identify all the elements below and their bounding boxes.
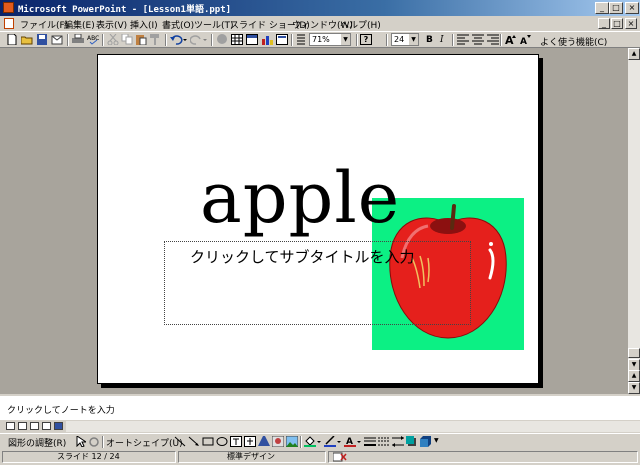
drawing-toolbar: 図形の調整(R) オートシェイプ(U) A ▼ xyxy=(0,433,640,449)
minimize-button[interactable]: _ xyxy=(595,2,609,14)
help-button[interactable]: ? xyxy=(360,34,372,45)
hyperlink-icon[interactable] xyxy=(216,34,228,45)
doc-minimize-button[interactable]: _ xyxy=(598,18,610,29)
decrease-font-icon[interactable]: A xyxy=(520,34,532,45)
title-bar: Microsoft PowerPoint - [Lesson1単語.ppt] _… xyxy=(0,0,640,16)
svg-text:ABC: ABC xyxy=(87,35,99,42)
scroll-thumb[interactable] xyxy=(628,348,640,358)
tables-borders-icon[interactable] xyxy=(246,34,258,45)
window-title: Microsoft PowerPoint - [Lesson1単語.ppt] xyxy=(18,5,232,15)
menu-edit[interactable]: 編集(E) xyxy=(64,18,95,31)
svg-text:A: A xyxy=(520,37,527,45)
vertical-scrollbar[interactable]: ▲ ▼ ▲ ▼ xyxy=(628,48,640,394)
slide-title[interactable]: apple xyxy=(200,158,440,238)
copy-icon[interactable] xyxy=(121,34,133,45)
italic-button[interactable]: I xyxy=(440,35,444,45)
subtitle-placeholder-text: クリックしてサブタイトルを入力 xyxy=(190,248,415,266)
wordart-icon[interactable] xyxy=(258,436,270,447)
font-size-value: 24 xyxy=(394,35,405,44)
menu-view[interactable]: 表示(V) xyxy=(96,18,127,31)
select-objects-icon[interactable] xyxy=(74,436,86,447)
insert-picture-icon[interactable] xyxy=(286,436,298,447)
redo-icon[interactable] xyxy=(190,34,208,45)
format-painter-icon[interactable] xyxy=(149,34,161,45)
drawing-toolbar-more-icon[interactable]: ▼ xyxy=(434,437,439,444)
menu-format[interactable]: 書式(O) xyxy=(162,18,194,31)
previous-slide-button[interactable]: ▲ xyxy=(628,370,640,382)
slide-sorter-view-button[interactable] xyxy=(42,422,51,430)
font-size-dropdown-icon[interactable]: ▼ xyxy=(409,34,418,45)
design-template-name: 標準デザイン xyxy=(178,451,326,463)
view-buttons-row xyxy=(0,420,640,433)
font-color-icon[interactable]: A xyxy=(344,436,362,447)
align-center-icon[interactable] xyxy=(472,34,484,45)
line-style-icon[interactable] xyxy=(364,436,376,447)
slide-view-button[interactable] xyxy=(30,422,39,430)
doc-restore-button[interactable]: □ xyxy=(611,18,623,29)
doc-close-button[interactable]: × xyxy=(625,18,637,29)
scroll-up-button[interactable]: ▲ xyxy=(628,48,640,60)
cut-icon[interactable] xyxy=(107,34,119,45)
increase-font-icon[interactable]: A xyxy=(505,34,517,45)
menu-file[interactable]: ファイル(F) xyxy=(20,18,68,31)
dash-style-icon[interactable] xyxy=(378,436,390,447)
rectangle-icon[interactable] xyxy=(202,436,214,447)
fill-color-icon[interactable] xyxy=(304,436,322,447)
tasks-button[interactable]: よく使う機能(C) xyxy=(540,35,607,48)
spelling-status xyxy=(328,451,638,463)
3d-style-icon[interactable] xyxy=(420,436,432,447)
shadow-style-icon[interactable] xyxy=(406,436,418,447)
oval-icon[interactable] xyxy=(216,436,228,447)
vertical-textbox-icon[interactable] xyxy=(244,436,256,447)
line-color-icon[interactable] xyxy=(324,436,342,447)
menu-insert[interactable]: 挿入(I) xyxy=(130,18,158,31)
status-bar: スライド 12 / 24 標準デザイン xyxy=(0,449,640,465)
new-icon[interactable] xyxy=(6,34,18,45)
expand-all-icon[interactable] xyxy=(295,34,307,45)
zoom-value: 71% xyxy=(312,35,330,44)
powerpoint-app-icon[interactable] xyxy=(3,2,14,13)
font-size-select[interactable]: 24 ▼ xyxy=(391,33,419,46)
clipart-icon[interactable] xyxy=(272,436,284,447)
zoom-dropdown-icon[interactable]: ▼ xyxy=(341,34,350,45)
svg-text:A: A xyxy=(505,34,514,45)
autoshapes-button[interactable]: オートシェイプ(U) xyxy=(106,436,183,449)
menu-help[interactable]: ヘルプ(H) xyxy=(340,18,381,31)
save-icon[interactable] xyxy=(36,34,48,45)
draw-menu-button[interactable]: 図形の調整(R) xyxy=(8,436,66,449)
outline-view-button[interactable] xyxy=(18,422,27,430)
email-icon[interactable] xyxy=(51,34,63,45)
next-slide-button[interactable]: ▼ xyxy=(628,382,640,394)
paste-icon[interactable] xyxy=(135,34,147,45)
arrow-icon[interactable] xyxy=(188,436,200,447)
menu-bar: ファイル(F) 編集(E) 表示(V) 挿入(I) 書式(O) ツール(T) ス… xyxy=(0,16,640,31)
close-button[interactable]: × xyxy=(625,2,639,14)
table-icon[interactable] xyxy=(231,34,243,45)
free-rotate-icon[interactable] xyxy=(88,436,100,447)
zoom-select[interactable]: 71% ▼ xyxy=(309,33,351,46)
notes-placeholder: クリックしてノートを入力 xyxy=(7,406,115,416)
undo-icon[interactable] xyxy=(170,34,188,45)
bold-button[interactable]: B xyxy=(426,35,433,45)
open-icon[interactable] xyxy=(21,34,33,45)
slide-position: スライド 12 / 24 xyxy=(2,451,176,463)
document-icon[interactable] xyxy=(4,18,14,29)
standard-toolbar: ABC 71% ▼ ? 24 ▼ B I A A よく使う機能(C) xyxy=(0,31,640,48)
spelling-status-icon[interactable] xyxy=(332,452,347,462)
horizontal-scrollbar[interactable] xyxy=(66,421,640,432)
new-slide-icon[interactable] xyxy=(276,34,288,45)
maximize-button[interactable]: □ xyxy=(609,2,623,14)
align-right-icon[interactable] xyxy=(487,34,499,45)
slideshow-view-button[interactable] xyxy=(54,422,63,430)
align-left-icon[interactable] xyxy=(457,34,469,45)
line-icon[interactable] xyxy=(174,436,186,447)
print-icon[interactable] xyxy=(72,34,84,45)
textbox-icon[interactable] xyxy=(230,436,242,447)
spelling-icon[interactable]: ABC xyxy=(87,34,99,45)
chart-icon[interactable] xyxy=(261,34,273,45)
menu-tools[interactable]: ツール(T) xyxy=(194,18,234,31)
normal-view-button[interactable] xyxy=(6,422,15,430)
arrow-style-icon[interactable] xyxy=(392,436,404,447)
